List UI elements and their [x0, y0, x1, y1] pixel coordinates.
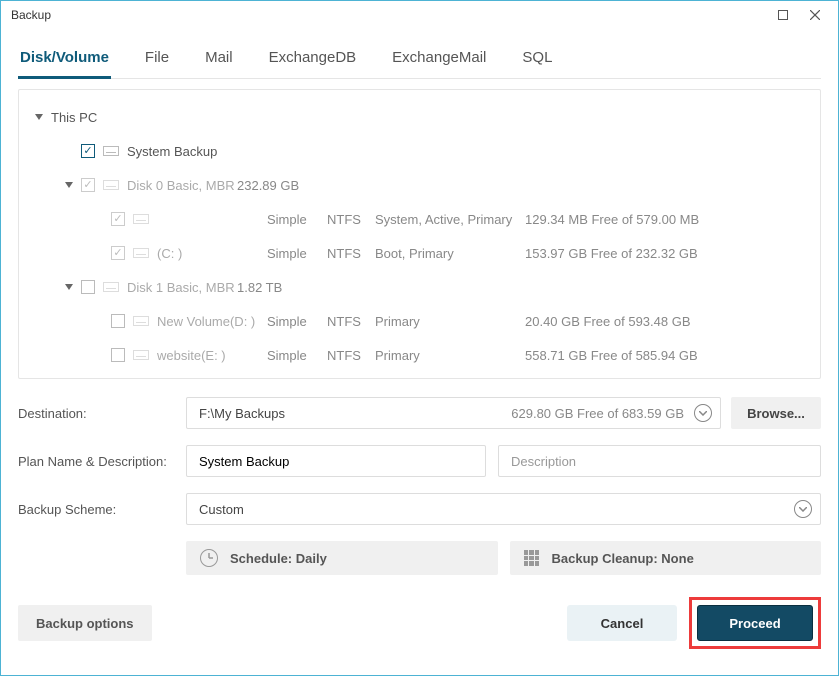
- vol-type: Simple: [267, 212, 327, 227]
- tree-node-system-backup[interactable]: System Backup: [33, 134, 810, 168]
- vol-fs: NTFS: [327, 348, 375, 363]
- close-button[interactable]: [800, 4, 830, 26]
- vol-free: 129.34 MB Free of 579.00 MB: [525, 212, 810, 227]
- plan-name-input[interactable]: [186, 445, 486, 477]
- maximize-button[interactable]: [768, 4, 798, 26]
- backup-scheme-value: Custom: [199, 502, 244, 517]
- vol-name: New Volume(D: ): [157, 314, 267, 329]
- destination-value: F:\My Backups: [199, 406, 285, 421]
- clock-icon: [200, 549, 218, 567]
- checkbox-disk1-vol1[interactable]: [111, 314, 125, 328]
- cleanup-label: Backup Cleanup: None: [552, 551, 694, 566]
- backup-window: Backup Disk/Volume File Mail ExchangeDB …: [0, 0, 839, 676]
- chevron-down-icon[interactable]: [694, 404, 712, 422]
- disk1-size: 1.82 TB: [237, 280, 317, 295]
- proceed-button[interactable]: Proceed: [697, 605, 813, 641]
- tree-node-disk1-vol1[interactable]: New Volume(D: ) Simple NTFS Primary 20.4…: [33, 304, 810, 338]
- vol-free: 20.40 GB Free of 593.48 GB: [525, 314, 810, 329]
- tabs: Disk/Volume File Mail ExchangeDB Exchang…: [18, 43, 821, 79]
- destination-field[interactable]: F:\My Backups 629.80 GB Free of 683.59 G…: [186, 397, 721, 429]
- backup-scheme-label: Backup Scheme:: [18, 502, 186, 517]
- collapse-icon[interactable]: [63, 281, 75, 293]
- schedule-button[interactable]: Schedule: Daily: [186, 541, 498, 575]
- disk-icon: [133, 214, 149, 224]
- disk0-name: Disk 0 Basic, MBR: [127, 178, 237, 193]
- vol-name: (C: ): [157, 246, 267, 261]
- tree-node-disk0[interactable]: Disk 0 Basic, MBR 232.89 GB: [33, 168, 810, 202]
- vol-desc: Boot, Primary: [375, 246, 525, 261]
- vol-type: Simple: [267, 348, 327, 363]
- vol-name: website(E: ): [157, 348, 267, 363]
- titlebar: Backup: [1, 1, 838, 29]
- chevron-down-icon[interactable]: [794, 500, 812, 518]
- checkbox-system-backup[interactable]: [81, 144, 95, 158]
- vol-type: Simple: [267, 314, 327, 329]
- collapse-icon[interactable]: [33, 111, 45, 123]
- close-icon: [810, 10, 820, 20]
- vol-fs: NTFS: [327, 314, 375, 329]
- schedule-label: Schedule: Daily: [230, 551, 327, 566]
- tree-node-this-pc[interactable]: This PC: [33, 100, 810, 134]
- plan-description-input[interactable]: [498, 445, 821, 477]
- browse-button[interactable]: Browse...: [731, 397, 821, 429]
- cancel-button[interactable]: Cancel: [567, 605, 677, 641]
- this-pc-label: This PC: [51, 110, 97, 125]
- source-tree: This PC System Backup Disk 0 Basic, MBR …: [18, 89, 821, 379]
- vol-fs: NTFS: [327, 246, 375, 261]
- disk-icon: [133, 248, 149, 258]
- schedule-cleanup-row: Schedule: Daily Backup Cleanup: None: [186, 541, 821, 575]
- destination-free-space: 629.80 GB Free of 683.59 GB: [511, 406, 684, 421]
- checkbox-disk0-vol2[interactable]: [111, 246, 125, 260]
- tab-exchangemail[interactable]: ExchangeMail: [390, 43, 488, 78]
- disk-icon: [133, 350, 149, 360]
- checkbox-disk1-vol2[interactable]: [111, 348, 125, 362]
- tab-sql[interactable]: SQL: [520, 43, 554, 78]
- checkbox-disk0-vol1[interactable]: [111, 212, 125, 226]
- system-backup-label: System Backup: [127, 144, 217, 159]
- proceed-highlight: Proceed: [689, 597, 821, 649]
- vol-fs: NTFS: [327, 212, 375, 227]
- vol-type: Simple: [267, 246, 327, 261]
- vol-free: 153.97 GB Free of 232.32 GB: [525, 246, 810, 261]
- disk-icon: [133, 316, 149, 326]
- vol-desc: Primary: [375, 348, 525, 363]
- disk-icon: [103, 282, 119, 292]
- vol-desc: Primary: [375, 314, 525, 329]
- tree-node-disk0-vol2[interactable]: (C: ) Simple NTFS Boot, Primary 153.97 G…: [33, 236, 810, 270]
- plan-name-label: Plan Name & Description:: [18, 454, 186, 469]
- vol-free: 558.71 GB Free of 585.94 GB: [525, 348, 810, 363]
- collapse-icon[interactable]: [63, 179, 75, 191]
- calendar-icon: [524, 550, 540, 566]
- destination-row: Destination: F:\My Backups 629.80 GB Fre…: [18, 397, 821, 429]
- disk-icon: [103, 146, 119, 156]
- vol-desc: System, Active, Primary: [375, 212, 525, 227]
- disk0-size: 232.89 GB: [237, 178, 317, 193]
- destination-label: Destination:: [18, 406, 186, 421]
- tab-exchangedb[interactable]: ExchangeDB: [267, 43, 359, 78]
- tree-node-disk1[interactable]: Disk 1 Basic, MBR 1.82 TB: [33, 270, 810, 304]
- footer: Backup options Cancel Proceed: [18, 597, 821, 649]
- checkbox-disk0[interactable]: [81, 178, 95, 192]
- tab-disk-volume[interactable]: Disk/Volume: [18, 43, 111, 79]
- tree-node-disk1-vol3[interactable]: New Volume(F: ) Simple NTFS Primary 629.…: [33, 372, 810, 378]
- backup-scheme-row: Backup Scheme: Custom: [18, 493, 821, 525]
- backup-options-button[interactable]: Backup options: [18, 605, 152, 641]
- backup-cleanup-button[interactable]: Backup Cleanup: None: [510, 541, 822, 575]
- disk1-name: Disk 1 Basic, MBR: [127, 280, 237, 295]
- checkbox-disk1[interactable]: [81, 280, 95, 294]
- maximize-icon: [778, 10, 788, 20]
- backup-scheme-field[interactable]: Custom: [186, 493, 821, 525]
- tab-file[interactable]: File: [143, 43, 171, 78]
- tree-node-disk0-vol1[interactable]: Simple NTFS System, Active, Primary 129.…: [33, 202, 810, 236]
- tab-mail[interactable]: Mail: [203, 43, 235, 78]
- window-title: Backup: [11, 8, 51, 22]
- source-tree-scroll[interactable]: This PC System Backup Disk 0 Basic, MBR …: [19, 90, 820, 378]
- tree-node-disk1-vol2[interactable]: website(E: ) Simple NTFS Primary 558.71 …: [33, 338, 810, 372]
- titlebar-controls: [768, 4, 830, 26]
- plan-name-row: Plan Name & Description:: [18, 445, 821, 477]
- disk-icon: [103, 180, 119, 190]
